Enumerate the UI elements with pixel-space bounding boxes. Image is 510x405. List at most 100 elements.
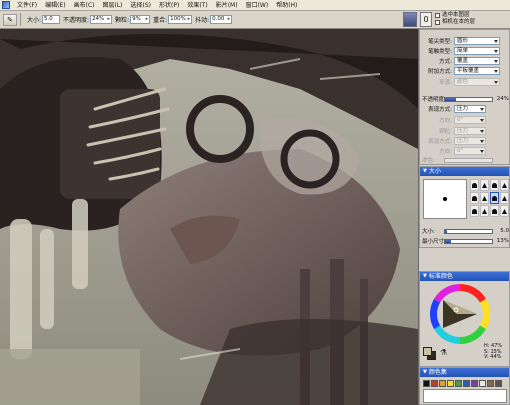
- nib-type-select[interactable]: 圆形: [454, 36, 500, 45]
- check-label: 相机在本的层: [442, 19, 476, 25]
- hue-ring[interactable]: [429, 283, 491, 345]
- source-label: 来源:: [439, 79, 452, 86]
- color-panel: ▼ 标准颜色 ⚗ H: 47% S: 15% V: 44%: [419, 271, 510, 367]
- size-value: 5.0: [44, 16, 53, 22]
- direction-select[interactable]: 0°: [454, 115, 486, 124]
- stroke-type-row: 笔触类型: 简单: [420, 46, 510, 55]
- grain-select[interactable]: 压力: [454, 126, 486, 135]
- bleed-field[interactable]: 0.00 ▸: [210, 15, 233, 24]
- bleed-slider[interactable]: [444, 157, 493, 163]
- spin-arrow-icon[interactable]: ▸: [228, 16, 231, 23]
- menu-edit[interactable]: 编辑(E): [41, 0, 69, 11]
- color-set-swatch[interactable]: [447, 380, 454, 387]
- min-size-slider[interactable]: [444, 238, 493, 244]
- menu-layers[interactable]: 图层(L): [99, 0, 127, 11]
- checkbox[interactable]: [435, 13, 440, 18]
- opacity-slider[interactable]: [444, 96, 493, 102]
- opacity-slider-value: 24%: [496, 96, 509, 102]
- color-set-swatch[interactable]: [455, 380, 462, 387]
- dab-profile-button[interactable]: [490, 179, 499, 191]
- direction2-select[interactable]: 0°: [454, 146, 486, 155]
- dab-profile-button[interactable]: [470, 205, 479, 217]
- source-select[interactable]: 颜色: [454, 77, 500, 86]
- dab-profile-button[interactable]: [480, 192, 489, 204]
- spin-arrow-icon[interactable]: ▸: [108, 16, 111, 23]
- collapse-icon[interactable]: ▼: [423, 368, 427, 377]
- dab-profile-button[interactable]: [470, 179, 479, 191]
- menu-effects[interactable]: 效果(T): [183, 0, 211, 11]
- checkbox[interactable]: [435, 20, 440, 25]
- size-slider[interactable]: [444, 228, 493, 234]
- min-size-slider-row: 最小尺寸: 13%: [422, 237, 509, 245]
- color-set-area[interactable]: [423, 389, 507, 403]
- brush-tool-icon[interactable]: ✎: [3, 13, 17, 26]
- color-set-swatch[interactable]: [423, 380, 430, 387]
- size-field[interactable]: 5.0: [42, 15, 61, 24]
- dab-profile-button[interactable]: [470, 192, 479, 204]
- color-set-swatch[interactable]: [487, 380, 494, 387]
- drawing-canvas[interactable]: [0, 29, 418, 405]
- grain-value: 9%: [132, 16, 141, 22]
- menu-file[interactable]: 文件(F): [13, 0, 41, 11]
- submethod-row: 附加方式: 平板覆盖: [420, 66, 510, 75]
- color-wheel[interactable]: [429, 283, 491, 345]
- check-row[interactable]: 相机在本的层: [435, 19, 475, 26]
- size-panel-title-text: 大小: [428, 168, 441, 175]
- submethod-select[interactable]: 平板覆盖: [454, 66, 500, 75]
- expression-select[interactable]: 压力: [454, 104, 486, 113]
- method-label: 方式:: [439, 58, 452, 65]
- dropper-icon[interactable]: ⚗: [440, 348, 447, 357]
- painting: [0, 29, 418, 405]
- direction2-label: 方向:: [439, 148, 452, 155]
- check-label: 选中本图层: [442, 12, 470, 18]
- color-set-swatch[interactable]: [431, 380, 438, 387]
- menu-select[interactable]: 选择(S): [127, 0, 156, 11]
- brush-icon[interactable]: [403, 12, 417, 27]
- bleed-value: 0.00: [212, 16, 225, 22]
- menu-shapes[interactable]: 形状(P): [155, 0, 183, 11]
- color-set-swatch[interactable]: [479, 380, 486, 387]
- color-panel-title-text: 标准颜色: [428, 273, 453, 280]
- check-row[interactable]: 选中本图层: [435, 12, 475, 19]
- dab-profile-button-selected[interactable]: [490, 192, 499, 204]
- dab-profile-button[interactable]: [480, 179, 489, 191]
- size-panel-title[interactable]: ▼ 大小: [420, 167, 509, 176]
- menu-movie[interactable]: 影片(M): [212, 0, 242, 11]
- size-slider-fill: [445, 229, 448, 233]
- method-select[interactable]: 覆盖: [454, 56, 500, 65]
- menu-help[interactable]: 帮助(H): [272, 0, 301, 11]
- grain-field[interactable]: 9% ▸: [130, 15, 151, 24]
- color-set-swatch[interactable]: [439, 380, 446, 387]
- dab-profile-button[interactable]: [500, 192, 509, 204]
- size-label: 大小:: [27, 17, 42, 24]
- color-panel-title[interactable]: ▼ 标准颜色: [420, 272, 509, 281]
- expression-row: 表现方式: 压力: [420, 104, 510, 113]
- resat-field[interactable]: 100% ▸: [168, 15, 193, 24]
- stroke-type-select[interactable]: 简单: [454, 46, 500, 55]
- opacity-slider-fill: [445, 97, 457, 101]
- color-set-title[interactable]: ▼ 颜色集: [420, 368, 509, 377]
- expression2-select[interactable]: 压力: [454, 136, 486, 145]
- right-dock: 笔尖类型: 圆形 笔触类型: 简单 方式: 覆盖 附加方式: 平板覆盖 来源: …: [418, 29, 510, 405]
- dab-profile-button[interactable]: [480, 205, 489, 217]
- dab-profile-button[interactable]: [500, 179, 509, 191]
- color-set-swatch[interactable]: [495, 380, 502, 387]
- brush-size-preview: [423, 179, 467, 219]
- hsv-readout: H: 47% S: 15% V: 44%: [484, 343, 502, 361]
- color-set-swatch[interactable]: [463, 380, 470, 387]
- dab-profile-button[interactable]: [500, 205, 509, 217]
- menu-canvas[interactable]: 画布(C): [70, 0, 99, 11]
- expression2-row: 表现方式: 压力: [420, 136, 510, 145]
- spin-arrow-icon[interactable]: ▸: [188, 16, 191, 23]
- resat-label: 重合:: [153, 17, 168, 24]
- bleed-label: 抖动:: [195, 17, 210, 24]
- collapse-icon[interactable]: ▼: [423, 167, 427, 176]
- collapse-icon[interactable]: ▼: [423, 272, 427, 281]
- nib-icon[interactable]: 0: [420, 12, 432, 27]
- opacity-field[interactable]: 24% ▸: [90, 15, 113, 24]
- menu-window[interactable]: 窗口(W): [242, 0, 273, 11]
- main-color-swatch[interactable]: [423, 347, 432, 356]
- color-set-swatch[interactable]: [471, 380, 478, 387]
- spin-arrow-icon[interactable]: ▸: [146, 16, 149, 23]
- dab-profile-button[interactable]: [490, 205, 499, 217]
